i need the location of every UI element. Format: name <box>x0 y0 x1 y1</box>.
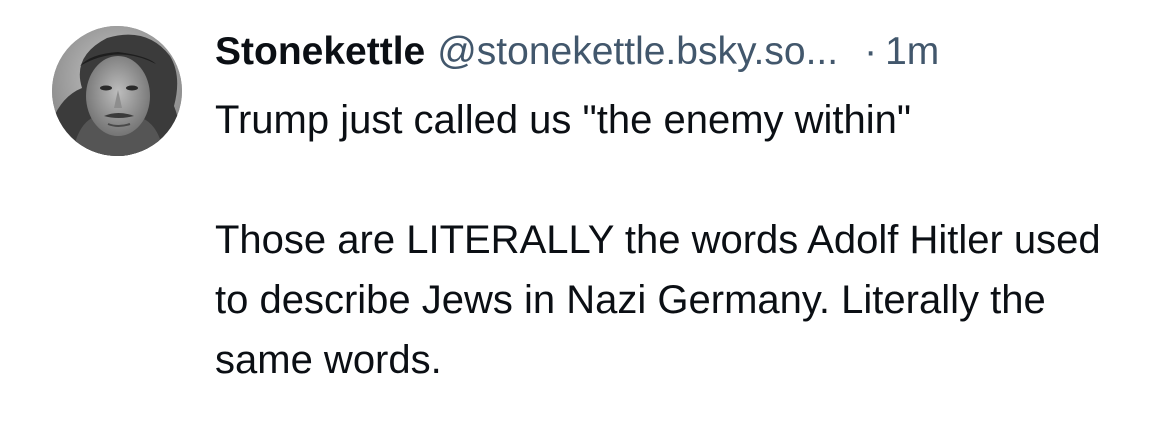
post-timestamp[interactable]: 1m <box>885 24 939 80</box>
author-handle[interactable]: @stonekettle.bsky.so... <box>437 24 838 80</box>
post-paragraph-2: Those are LITERALLY the words Adolf Hitl… <box>215 218 1101 382</box>
post-card[interactable]: Stonekettle @stonekettle.bsky.so... · 1m… <box>0 0 1161 422</box>
post-paragraph-1: Trump just called us "the enemy within" <box>215 98 912 142</box>
meta-separator: · <box>864 30 878 73</box>
author-display-name[interactable]: Stonekettle <box>215 24 425 80</box>
post-text: Trump just called us "the enemy within" … <box>215 90 1135 390</box>
post-header: Stonekettle @stonekettle.bsky.so... · 1m <box>215 24 1135 80</box>
avatar-portrait-image <box>52 26 182 156</box>
post-content: Stonekettle @stonekettle.bsky.so... · 1m… <box>215 24 1135 390</box>
author-avatar[interactable] <box>52 26 182 156</box>
